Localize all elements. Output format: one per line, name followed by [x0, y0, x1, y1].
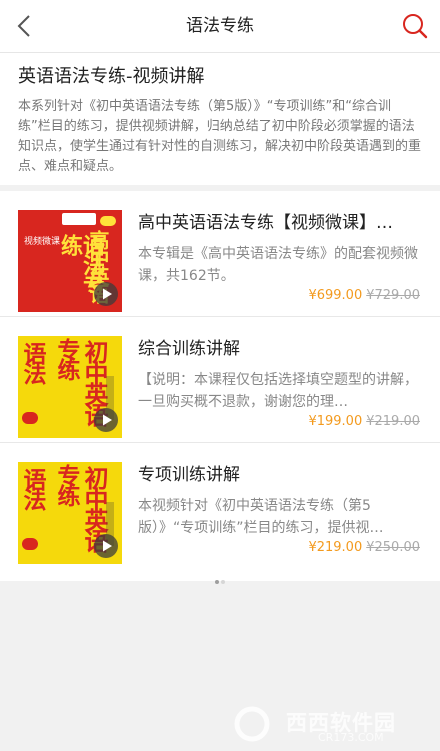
watermark-subtext: CR173.COM — [318, 731, 384, 744]
cover-number-badge — [22, 412, 38, 424]
play-icon[interactable] — [94, 282, 118, 306]
cover-title-part-b: 专练 — [53, 338, 79, 378]
cover-badge — [62, 213, 96, 225]
search-icon[interactable] — [400, 11, 430, 41]
price-group: ¥199.00 ¥219.00 — [308, 413, 420, 431]
course-title: 高中英语语法专练【视频微课】… — [138, 213, 393, 233]
course-cover[interactable]: 语法 专练 初中英语 — [18, 336, 122, 438]
site-watermark: 西西软件园 CR173.COM — [222, 703, 422, 745]
price-group: ¥699.00 ¥729.00 — [308, 287, 420, 305]
album-title: 英语语法专练-视频讲解 — [18, 66, 205, 87]
course-list: 视频微课 语法专练 高中英语 高中英语语法专练【视频微课】… 本专辑是《高中英语… — [0, 191, 440, 569]
play-icon[interactable] — [94, 534, 118, 558]
original-price: ¥219.00 — [366, 414, 420, 429]
course-description: 【说明：本课程仅包括选择填空题型的讲解，一旦购买概不退款，谢谢您的理… — [138, 372, 418, 410]
page-title: 语法专练 — [186, 16, 254, 36]
cover-title-part-b: 专练 — [53, 464, 79, 504]
pagination-dot — [221, 580, 225, 584]
cover-title-part-a: 语法 — [19, 468, 45, 508]
course-item[interactable]: 语法 专练 初中英语 综合训练讲解 【说明：本课程仅包括选择填空题型的讲解，一旦… — [0, 317, 440, 443]
course-description: 本视频针对《初中英语语法专练（第5版）》“专项训练”栏目的练习，提供视… — [138, 498, 384, 536]
course-title: 综合训练讲解 — [138, 339, 240, 359]
album-description: 本系列针对《初中英语语法专练（第5版）》“专项训练”和“综合训练”栏目的练习，提… — [18, 99, 422, 174]
cover-badge-small — [100, 216, 116, 226]
cover-title-part-a: 语法 — [19, 342, 45, 382]
course-title: 专项训练讲解 — [138, 465, 240, 485]
original-price: ¥729.00 — [366, 288, 420, 303]
course-price: ¥219.00 — [308, 540, 363, 555]
album-intro: 英语语法专练-视频讲解 本系列针对《初中英语语法专练（第5版）》“专项训练”和“… — [0, 53, 440, 185]
nav-bar: 语法专练 — [0, 0, 440, 53]
cover-tag: 视频微课 — [24, 237, 61, 247]
play-icon[interactable] — [94, 408, 118, 432]
price-group: ¥219.00 ¥250.00 — [308, 539, 420, 557]
course-cover[interactable]: 语法 专练 初中英语 — [18, 462, 122, 564]
original-price: ¥250.00 — [366, 540, 420, 555]
course-price: ¥699.00 — [308, 288, 363, 303]
course-cover[interactable]: 视频微课 语法专练 高中英语 — [18, 210, 122, 312]
pagination-dot-active — [215, 580, 219, 584]
course-item[interactable]: 语法 专练 初中英语 专项训练讲解 本视频针对《初中英语语法专练（第5版）》“专… — [0, 443, 440, 569]
cover-number-badge — [22, 538, 38, 550]
watermark-logo-icon — [234, 706, 270, 742]
course-item[interactable]: 视频微课 语法专练 高中英语 高中英语语法专练【视频微课】… 本专辑是《高中英语… — [0, 191, 440, 317]
course-price: ¥199.00 — [308, 414, 363, 429]
course-description: 本专辑是《高中英语语法专练》的配套视频微课，共162节。 — [138, 246, 418, 284]
pagination-dots — [0, 569, 440, 584]
